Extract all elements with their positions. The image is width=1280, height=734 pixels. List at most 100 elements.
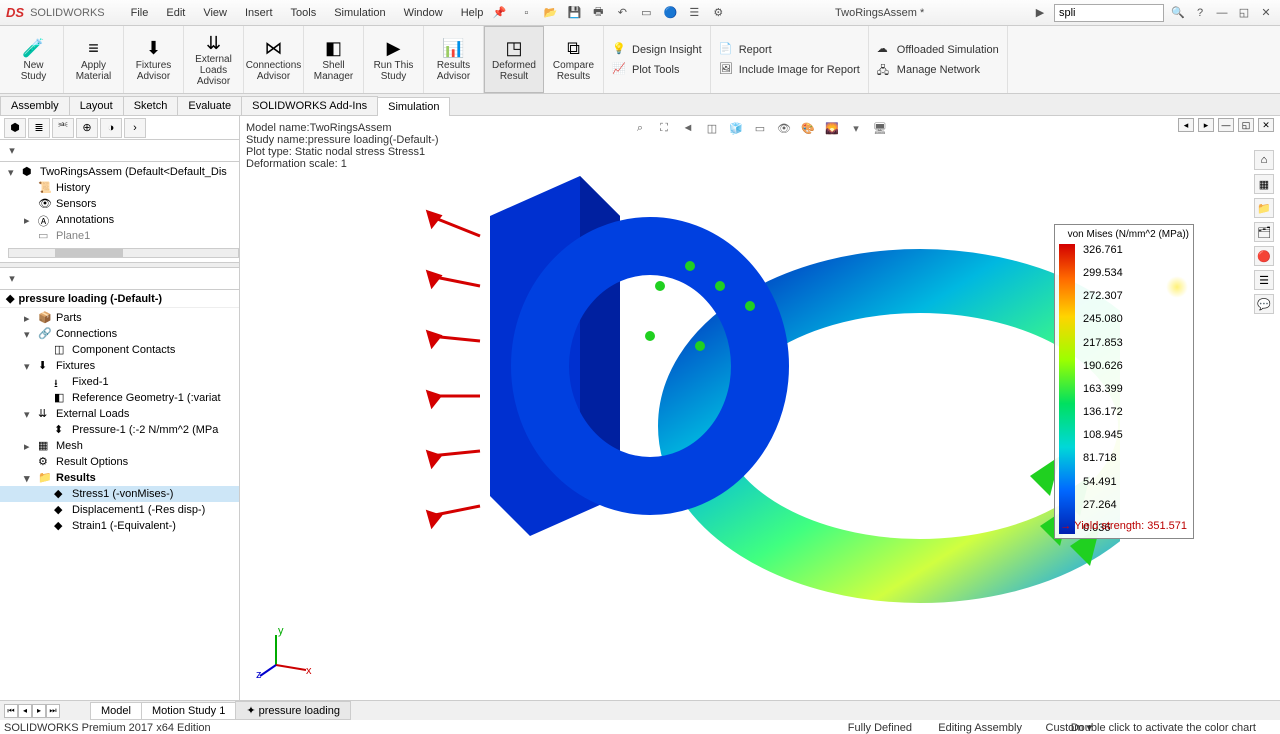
new-icon[interactable]: ▫ <box>517 4 535 22</box>
bottom-tab-model[interactable]: Model <box>90 702 142 720</box>
view-orient-icon[interactable]: 🧊 <box>726 118 746 138</box>
search-input[interactable] <box>1054 4 1164 22</box>
study-node-fixtures[interactable]: ▾⬇Fixtures <box>0 358 239 374</box>
ribbon-report[interactable]: 📄Report <box>719 42 860 58</box>
viewport-max-icon[interactable]: ◱ <box>1238 118 1254 132</box>
tree-sensors[interactable]: 👁Sensors <box>0 196 239 212</box>
view-triad[interactable]: y x z <box>256 620 316 680</box>
ribbon-design-insight[interactable]: 💡Design Insight <box>612 42 702 58</box>
ribbon-run-this-study[interactable]: ▶Run ThisStudy <box>364 26 424 93</box>
tp-properties-icon[interactable]: ☰ <box>1254 270 1274 290</box>
tp-resources-icon[interactable]: ▦ <box>1254 174 1274 194</box>
ribbon-apply-material[interactable]: ≡ApplyMaterial <box>64 26 124 93</box>
btab-first-icon[interactable]: ⏮ <box>4 704 18 718</box>
viewport-min-icon[interactable]: — <box>1218 118 1234 132</box>
tab-assembly[interactable]: Assembly <box>0 96 70 115</box>
btab-next-icon[interactable]: ▸ <box>32 704 46 718</box>
ribbon-connections-advisor[interactable]: ⋈ConnectionsAdvisor <box>244 26 304 93</box>
appearance-icon[interactable]: 🎨 <box>798 118 818 138</box>
pin-icon[interactable]: 📌 <box>491 5 507 21</box>
undo-icon[interactable]: ↶ <box>613 4 631 22</box>
command-search-icon[interactable]: ▶ <box>1032 5 1048 21</box>
btab-last-icon[interactable]: ⏭ <box>46 704 60 718</box>
study-node-connections[interactable]: ▾🔗Connections <box>0 326 239 342</box>
settings-icon[interactable]: ⚙ <box>709 4 727 22</box>
minimize-icon[interactable]: — <box>1214 5 1230 21</box>
menu-view[interactable]: View <box>195 4 235 22</box>
view-settings-icon[interactable]: ▾ <box>846 118 866 138</box>
ribbon-new-study[interactable]: 🧪NewStudy <box>4 26 64 93</box>
section-view-icon[interactable]: ◫ <box>702 118 722 138</box>
menu-simulation[interactable]: Simulation <box>326 4 393 22</box>
ribbon-offloaded-simulation[interactable]: ☁Offloaded Simulation <box>877 42 999 58</box>
study-node-results[interactable]: ▾📁Results <box>0 470 239 486</box>
color-legend[interactable]: von Mises (N/mm^2 (MPa)) 326.761299.5342… <box>1054 224 1194 539</box>
help-icon[interactable]: ? <box>1192 5 1208 21</box>
study-node-fixed-1[interactable]: ⭳Fixed-1 <box>0 374 239 390</box>
ribbon-deformed-result[interactable]: ◳DeformedResult <box>484 26 544 93</box>
ribbon-shell-manager[interactable]: ◧ShellManager <box>304 26 364 93</box>
filter-icon[interactable]: ▾ <box>4 143 20 159</box>
tp-library-icon[interactable]: 📁 <box>1254 198 1274 218</box>
ribbon-fixtures-advisor[interactable]: ⬇FixturesAdvisor <box>124 26 184 93</box>
menu-insert[interactable]: Insert <box>237 4 281 22</box>
tab-simulation[interactable]: Simulation <box>377 97 450 116</box>
fm-tab-appearance-icon[interactable]: ◑ <box>100 118 122 138</box>
tab-layout[interactable]: Layout <box>69 96 124 115</box>
save-icon[interactable]: 💾 <box>565 4 583 22</box>
zoom-fit-icon[interactable]: ⌕ <box>630 118 650 138</box>
study-node-component-contacts[interactable]: ◫Component Contacts <box>0 342 239 358</box>
bottom-tab-pressure-loading[interactable]: ✦ pressure loading <box>235 701 351 720</box>
zoom-area-icon[interactable]: ⛶ <box>654 118 674 138</box>
scene-icon[interactable]: 🌄 <box>822 118 842 138</box>
tree-plane[interactable]: ▭Plane1 <box>0 228 239 244</box>
study-node-displacement1-res-disp-[interactable]: ◆Displacement1 (-Res disp-) <box>0 502 239 518</box>
prev-view-icon[interactable]: ◄ <box>678 118 698 138</box>
viewport-prev-icon[interactable]: ◂ <box>1178 118 1194 132</box>
ribbon-plot-tools[interactable]: 📈Plot Tools <box>612 62 702 78</box>
study-root[interactable]: ◆ pressure loading (-Default-) <box>0 290 239 308</box>
viewport-next-icon[interactable]: ▸ <box>1198 118 1214 132</box>
tp-home-icon[interactable]: ⌂ <box>1254 150 1274 170</box>
fm-tab-more-icon[interactable]: › <box>124 118 146 138</box>
btab-prev-icon[interactable]: ◂ <box>18 704 32 718</box>
tab-sketch[interactable]: Sketch <box>123 96 179 115</box>
close-icon[interactable]: ✕ <box>1258 5 1274 21</box>
study-node-external-loads[interactable]: ▾⇊External Loads <box>0 406 239 422</box>
print-icon[interactable]: 🖶 <box>589 4 607 22</box>
hide-show-icon[interactable]: 👁 <box>774 118 794 138</box>
menu-help[interactable]: Help <box>453 4 492 22</box>
ribbon-compare-results[interactable]: ⧉CompareResults <box>544 26 604 93</box>
tp-view-palette-icon[interactable]: 🗂 <box>1254 222 1274 242</box>
menu-tools[interactable]: Tools <box>283 4 325 22</box>
restore-icon[interactable]: ◱ <box>1236 5 1252 21</box>
options-icon[interactable]: ☰ <box>685 4 703 22</box>
tree-root[interactable]: ▾⬢ TwoRingsAssem (Default<Default_Dis <box>0 164 239 180</box>
tab-solidworks-add-ins[interactable]: SOLIDWORKS Add-Ins <box>241 96 378 115</box>
ribbon-include-image-for-report[interactable]: 🖼Include Image for Report <box>719 62 860 78</box>
ribbon-manage-network[interactable]: 🖧Manage Network <box>877 62 999 78</box>
fm-tab-display-icon[interactable]: ⊕ <box>76 118 98 138</box>
select-icon[interactable]: ▭ <box>637 4 655 22</box>
fm-tab-assembly-icon[interactable]: ⬢ <box>4 118 26 138</box>
tab-evaluate[interactable]: Evaluate <box>177 96 242 115</box>
tree-annotations[interactable]: ▸ⒶAnnotations <box>0 212 239 228</box>
render-icon[interactable]: 🖥 <box>870 118 890 138</box>
ribbon-results-advisor[interactable]: 📊ResultsAdvisor <box>424 26 484 93</box>
ribbon-external-loads-advisor[interactable]: ⇊External LoadsAdvisor <box>184 26 244 93</box>
display-style-icon[interactable]: ▭ <box>750 118 770 138</box>
study-node-result-options[interactable]: ⚙Result Options <box>0 454 239 470</box>
fm-tab-property-icon[interactable]: ⎃ <box>52 118 74 138</box>
study-node-pressure-1-2-n-mm-2-mpa[interactable]: ⬍Pressure-1 (:-2 N/mm^2 (MPa <box>0 422 239 438</box>
bottom-tab-motion-study-1[interactable]: Motion Study 1 <box>141 702 236 720</box>
tp-forum-icon[interactable]: 💬 <box>1254 294 1274 314</box>
open-icon[interactable]: 📂 <box>541 4 559 22</box>
menu-window[interactable]: Window <box>396 4 451 22</box>
menu-edit[interactable]: Edit <box>158 4 193 22</box>
study-node-mesh[interactable]: ▸▦Mesh <box>0 438 239 454</box>
study-node-strain1-equivalent-[interactable]: ◆Strain1 (-Equivalent-) <box>0 518 239 534</box>
tree-history[interactable]: 📜History <box>0 180 239 196</box>
study-node-reference-geometry-1-var[interactable]: ◧Reference Geometry-1 (:variat <box>0 390 239 406</box>
viewport-close-icon[interactable]: ✕ <box>1258 118 1274 132</box>
graphics-area[interactable]: ⌕ ⛶ ◄ ◫ 🧊 ▭ 👁 🎨 🌄 ▾ 🖥 ◂ ▸ — ◱ ✕ Model na… <box>240 116 1280 700</box>
